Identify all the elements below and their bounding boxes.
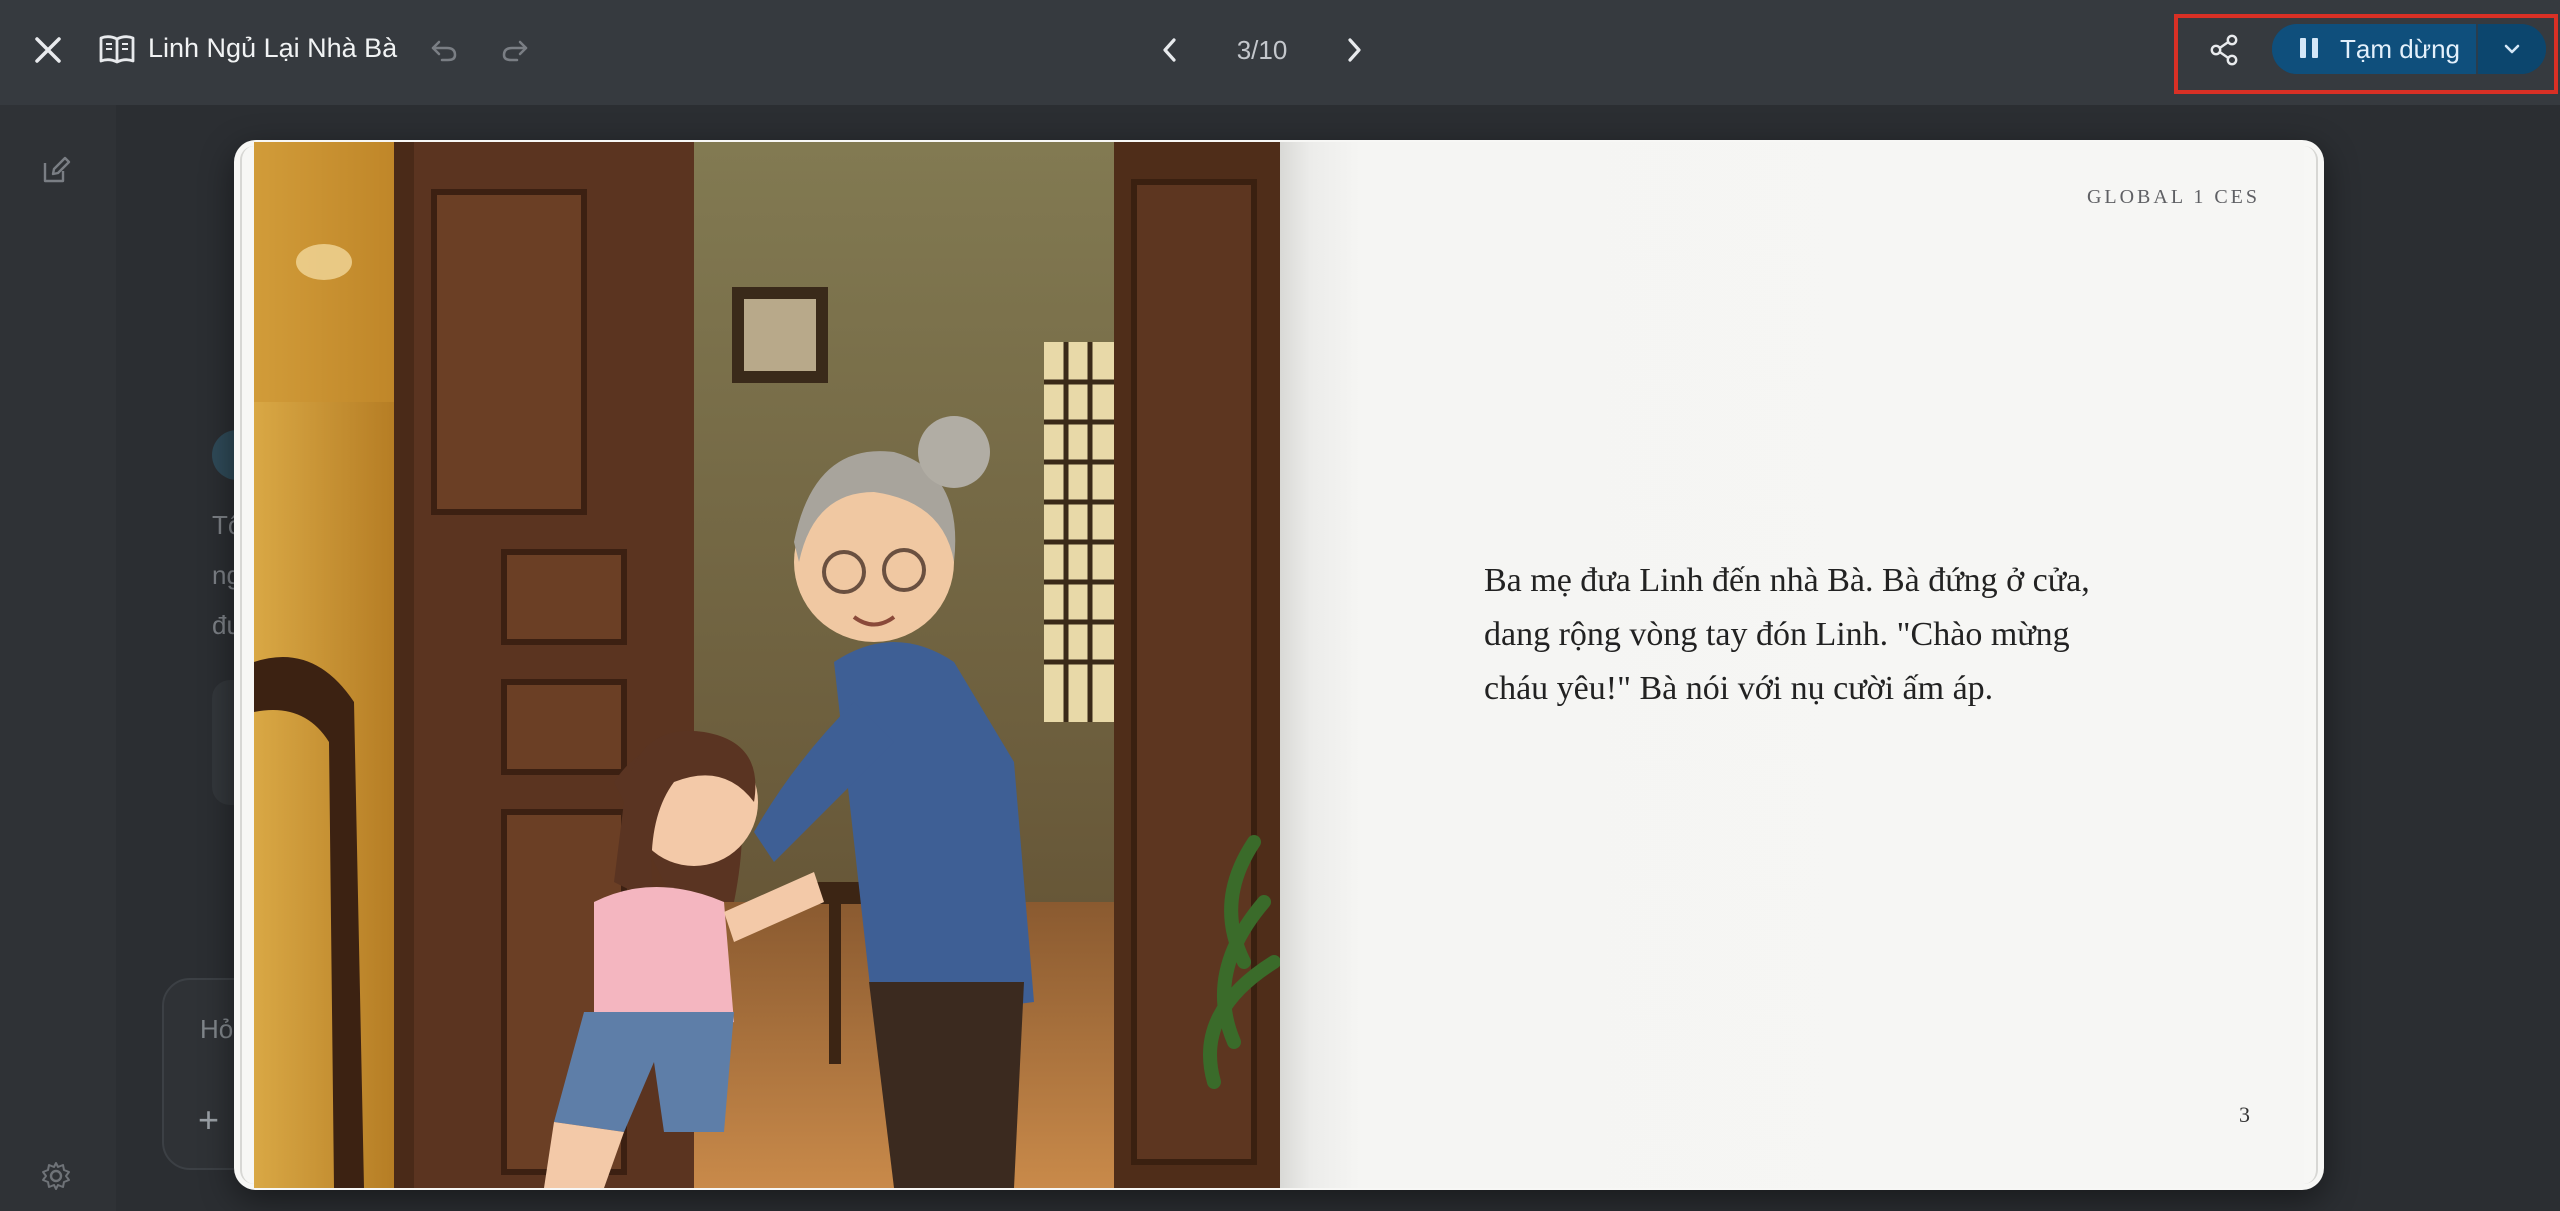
previous-page-button[interactable]: [1148, 28, 1192, 72]
redo-button[interactable]: [495, 30, 535, 70]
chevron-down-icon: [2504, 44, 2520, 54]
chevron-right-icon: [1348, 38, 1361, 62]
chat-input-placeholder: Hỏ: [200, 1014, 234, 1044]
pause-icon: [2300, 38, 2320, 60]
book-title: Linh Ngủ Lại Nhà Bà: [148, 33, 398, 63]
text-page: GLOBAL 1 CES Ba mẹ đưa Linh đến nhà Bà. …: [1280, 142, 2304, 1188]
page-number: 3: [2239, 1102, 2250, 1127]
settings-button[interactable]: [36, 1156, 76, 1196]
new-chat-button[interactable]: [36, 150, 76, 190]
undo-icon: [431, 40, 457, 62]
top-bar: Linh Ngủ Lại Nhà Bà 3/10 Tạm dừng: [0, 0, 2560, 105]
playback-control-group: Tạm dừng: [2272, 24, 2546, 74]
running-head: GLOBAL 1 CES: [2086, 186, 2260, 208]
left-sidebar: [0, 105, 116, 1211]
settings-icon: [42, 1162, 70, 1190]
next-page-button[interactable]: [1332, 28, 1376, 72]
close-icon: [35, 37, 61, 63]
pause-label: Tạm dừng: [2340, 33, 2461, 64]
edit-icon: [43, 156, 71, 183]
undo-button[interactable]: [424, 30, 464, 70]
chevron-left-icon: [1163, 38, 1176, 62]
redo-icon: [502, 40, 528, 62]
add-attachment-button[interactable]: +: [198, 1100, 219, 1140]
story-text: Ba mẹ đưa Linh đến nhà Bà. Bà đứng ở cửa…: [1484, 562, 2090, 707]
illustration-drawing: [254, 142, 1280, 1188]
playback-options-dropdown[interactable]: [2478, 24, 2546, 74]
storybook: GLOBAL 1 CES Ba mẹ đưa Linh đến nhà Bà. …: [234, 140, 2324, 1190]
page-indicator: 3/10: [1236, 35, 1288, 65]
share-button[interactable]: [2202, 28, 2246, 72]
page-edge: [240, 146, 254, 1184]
pause-button[interactable]: Tạm dừng: [2272, 24, 2476, 74]
book-icon: [98, 31, 136, 67]
share-icon: [2210, 34, 2238, 66]
close-button[interactable]: [26, 28, 70, 72]
story-illustration: [254, 142, 1280, 1188]
page-edge: [2304, 146, 2318, 1184]
